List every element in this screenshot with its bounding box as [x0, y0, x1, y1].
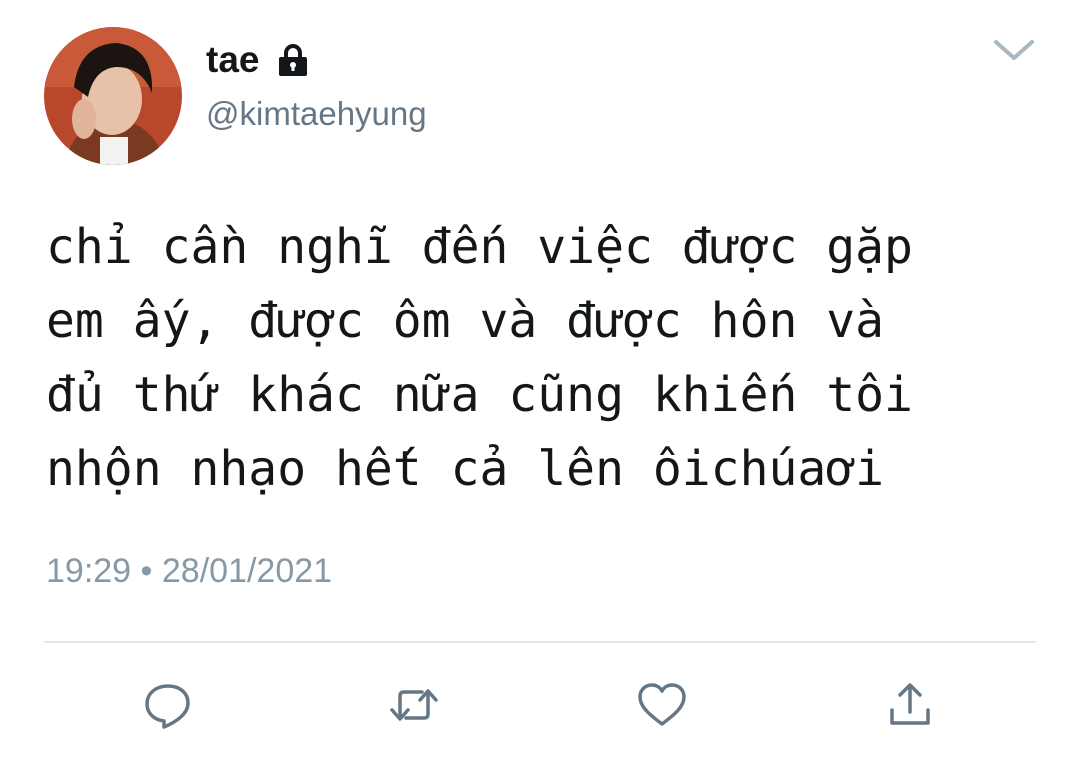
tweet-text-line: chỉ cần nghĩ đến việc được gặp	[46, 219, 913, 275]
share-icon	[890, 683, 930, 725]
chevron-down-icon[interactable]	[990, 30, 1038, 70]
retweet-icon	[390, 689, 438, 721]
share-button[interactable]	[884, 680, 936, 730]
user-handle[interactable]: @kimtaehyung	[206, 94, 427, 134]
tweet-text: chỉ cần nghĩ đến việc được gặp em ấy, đư…	[46, 210, 1036, 506]
divider	[44, 641, 1036, 643]
display-name[interactable]: tae	[206, 38, 259, 82]
tweet-text-line: nhộn nhạo hết cả lên ôichúaơi	[46, 441, 885, 497]
heart-icon	[638, 683, 686, 726]
like-button[interactable]	[636, 680, 688, 730]
tweet-text-line: đủ thứ khác nữa cũng khiến tôi	[46, 367, 913, 423]
reply-button[interactable]	[142, 680, 194, 730]
lock-icon	[275, 42, 311, 78]
avatar[interactable]	[44, 27, 182, 165]
retweet-button[interactable]	[388, 680, 440, 730]
reply-icon	[145, 684, 190, 729]
display-name-row: tae	[206, 38, 311, 82]
tweet-text-line: em ấy, được ôm và được hôn và	[46, 293, 885, 349]
timestamp[interactable]: 19:29 • 28/01/2021	[46, 550, 332, 592]
